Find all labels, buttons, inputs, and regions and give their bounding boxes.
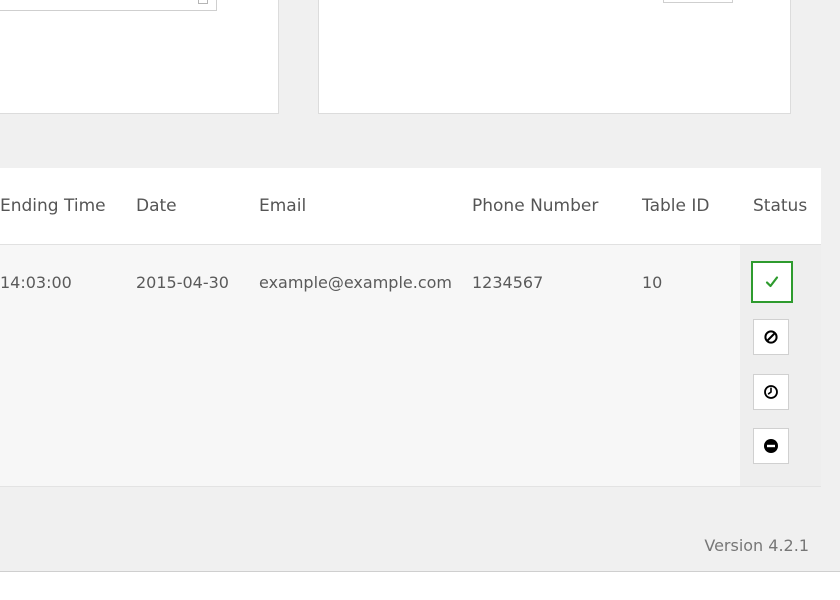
version-label: Version 4.2.1: [704, 536, 809, 555]
column-email[interactable]: Email: [259, 196, 306, 216]
column-status[interactable]: Status: [753, 196, 807, 216]
status-actions: [740, 245, 821, 486]
cell-table-id: 10: [642, 273, 663, 292]
ban-icon: [764, 330, 778, 344]
right-panel: [318, 0, 791, 114]
column-date[interactable]: Date: [136, 196, 177, 216]
minus-circle-icon: [764, 439, 778, 453]
cell-phone-number: 1234567: [472, 273, 544, 292]
right-panel-control[interactable]: [663, 0, 733, 3]
footer-bar: [0, 572, 840, 600]
column-ending-time[interactable]: Ending Time: [0, 196, 106, 216]
table-header: Ending Time Date Email Phone Number Tabl…: [0, 168, 821, 245]
date-input-field[interactable]: [0, 0, 217, 11]
column-table-id[interactable]: Table ID: [642, 196, 709, 216]
page: Ending Time Date Email Phone Number Tabl…: [0, 0, 840, 600]
cell-ending-time: 14:03:00: [0, 273, 72, 292]
status-pending-button[interactable]: [753, 374, 789, 410]
reservations-table: Ending Time Date Email Phone Number Tabl…: [0, 168, 821, 487]
cell-email: example@example.com: [259, 273, 452, 292]
status-confirm-button[interactable]: [751, 261, 793, 303]
calendar-icon[interactable]: [198, 0, 208, 4]
status-cancel-button[interactable]: [753, 319, 789, 355]
left-panel: [0, 0, 279, 114]
status-remove-button[interactable]: [753, 428, 789, 464]
clock-icon: [764, 385, 778, 399]
column-phone-number[interactable]: Phone Number: [472, 196, 598, 216]
check-icon: [765, 276, 779, 288]
cell-date: 2015-04-30: [136, 273, 229, 292]
